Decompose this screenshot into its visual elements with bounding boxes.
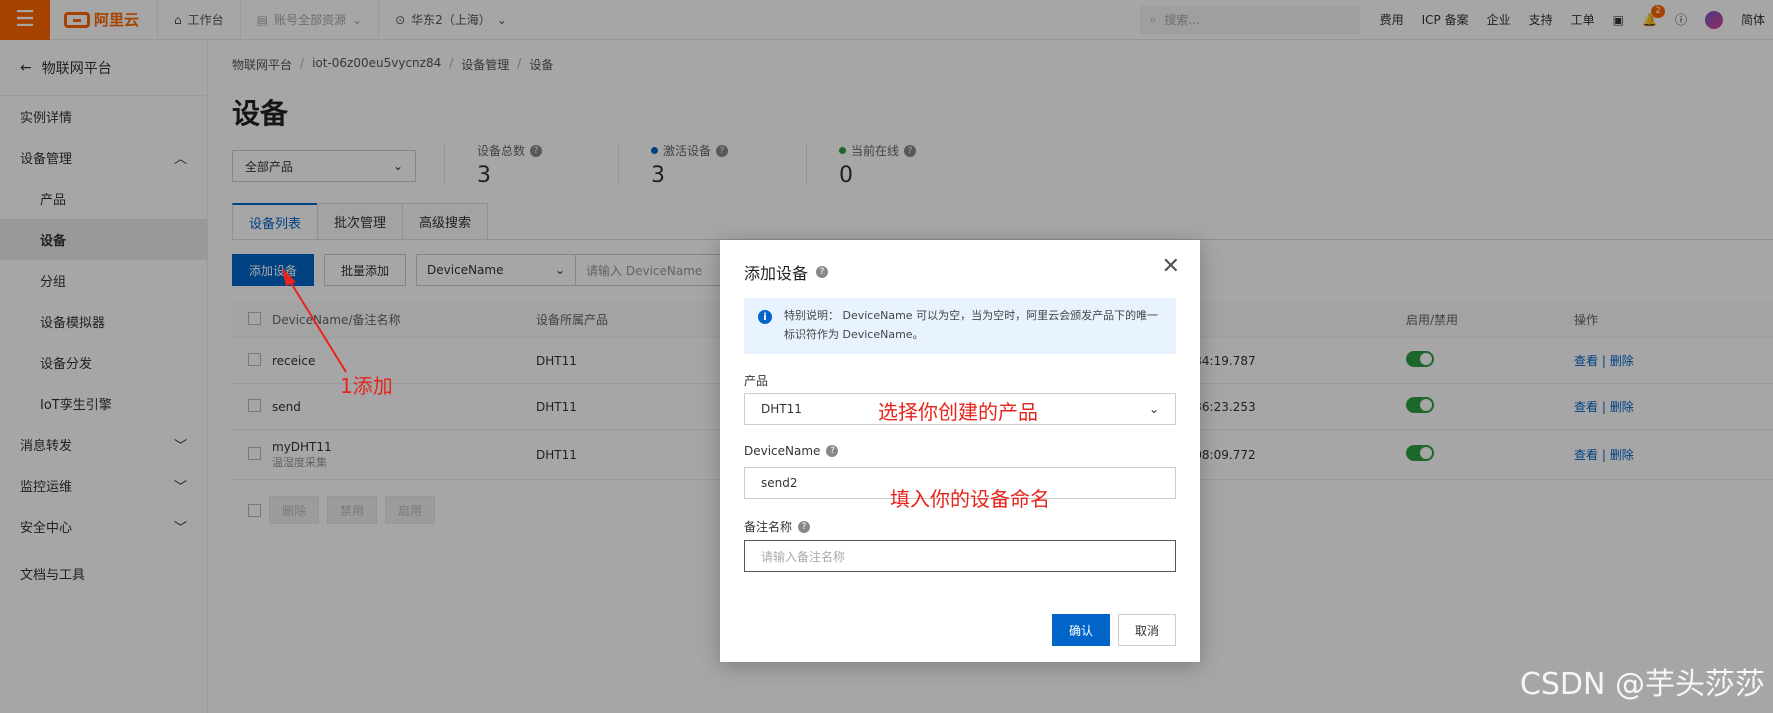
csdn-watermark: CSDN @芋头莎莎 [1519,667,1765,702]
annotation-select-product: 选择你创建的产品 [878,400,1038,424]
chevron-down-icon: ⌄ [1148,402,1159,416]
info-icon: i [758,310,772,324]
remark-name-input[interactable]: 请输入备注名称 [744,540,1176,572]
annotation-arrow-line [287,277,347,373]
cancel-button[interactable]: 取消 [1117,614,1176,646]
device-name-input-value: send2 [761,476,798,490]
dialog-actions: 确认 取消 [1051,614,1176,646]
product-field-label: 产品 [744,372,768,389]
remark-label-text: 备注名称 [744,520,793,534]
device-name-field-label: DeviceName ? [744,444,839,458]
annotation-step1: 1添加 [340,374,393,398]
device-name-label-text: DeviceName [744,444,821,458]
info-text: 特别说明： DeviceName 可以为空，当为空时，阿里云会颁发产品下的唯一标… [784,309,1159,341]
help-icon[interactable]: ? [826,445,839,457]
dialog-title-text: 添加设备 [744,264,809,283]
help-icon[interactable]: ? [798,520,811,533]
close-icon[interactable]: ✕ [1162,256,1180,278]
remark-field-label: 备注名称 ? [744,518,811,535]
info-notice: i 特别说明： DeviceName 可以为空，当为空时，阿里云会颁发产品下的唯… [744,298,1176,354]
remark-placeholder: 请输入备注名称 [761,549,846,564]
annotation-arrow-head [282,268,296,286]
annotation-fill-name: 填入你的设备命名 [890,487,1050,511]
help-icon[interactable]: ? [816,266,829,278]
dialog-title: 添加设备 ? [744,260,829,284]
product-select-value: DHT11 [761,402,802,416]
add-device-dialog: 添加设备 ? ✕ i 特别说明： DeviceName 可以为空，当为空时，阿里… [720,240,1200,662]
product-label-text: 产品 [744,374,769,388]
confirm-button[interactable]: 确认 [1051,614,1110,646]
